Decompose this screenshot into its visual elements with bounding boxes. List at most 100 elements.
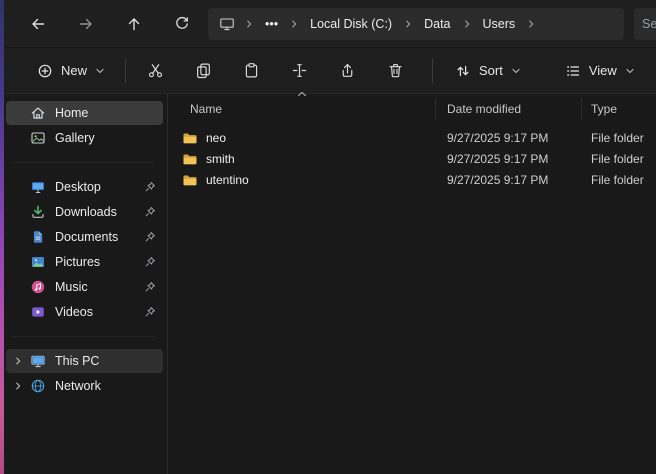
folder-icon — [182, 130, 198, 146]
column-header-label: Date modified — [447, 102, 521, 116]
column-header-date-modified[interactable]: Date modified — [436, 98, 582, 120]
refresh-icon — [174, 16, 190, 32]
documents-icon — [29, 229, 46, 246]
file-date-modified: 9/27/2025 9:17 PM — [436, 131, 582, 145]
delete-button[interactable] — [375, 54, 415, 88]
column-header-type[interactable]: Type — [582, 98, 656, 120]
copy-button[interactable] — [183, 54, 223, 88]
folder-icon — [182, 151, 198, 167]
command-toolbar: New Sort View — [0, 48, 656, 94]
sidebar-item-label: Home — [55, 106, 88, 120]
file-row-neo[interactable]: neo 9/27/2025 9:17 PM File folder — [168, 127, 656, 148]
share-icon — [339, 62, 356, 79]
sidebar-item-gallery[interactable]: Gallery — [6, 126, 163, 150]
sidebar-item-label: Network — [55, 379, 101, 393]
file-rows: neo 9/27/2025 9:17 PM File folder smith … — [168, 124, 656, 190]
view-button[interactable]: View — [554, 54, 646, 88]
downloads-icon — [29, 204, 46, 221]
sidebar-item-label: Pictures — [55, 255, 100, 269]
new-button-label: New — [61, 63, 87, 78]
refresh-button[interactable] — [166, 8, 198, 40]
file-type: File folder — [582, 152, 656, 166]
sidebar-item-label: Desktop — [55, 180, 101, 194]
pin-icon — [144, 256, 156, 268]
breadcrumb-chevron-icon[interactable] — [241, 12, 257, 36]
sidebar-item-music[interactable]: Music — [6, 275, 163, 299]
breadcrumb-data[interactable]: Data — [417, 12, 457, 36]
gallery-icon — [29, 130, 46, 147]
navigation-bar: ••• Local Disk (C:) Data Users Se — [0, 0, 656, 48]
breadcrumb-ellipsis[interactable]: ••• — [258, 12, 285, 36]
file-list-pane: Name Date modified Type — [167, 94, 656, 474]
rename-icon — [291, 62, 308, 79]
file-name: utentino — [206, 173, 249, 187]
more-options-button[interactable] — [646, 54, 656, 88]
sidebar-item-label: This PC — [55, 354, 99, 368]
chevron-down-icon — [625, 66, 635, 76]
column-headers: Name Date modified Type — [168, 94, 656, 124]
new-plus-icon — [37, 63, 53, 79]
music-icon — [29, 279, 46, 296]
sort-button[interactable]: Sort — [444, 54, 532, 88]
breadcrumb-drive[interactable]: Local Disk (C:) — [303, 12, 399, 36]
delete-icon — [387, 62, 404, 79]
address-bar[interactable]: ••• Local Disk (C:) Data Users — [208, 8, 624, 40]
sidebar-item-documents[interactable]: Documents — [6, 225, 163, 249]
breadcrumb-chevron-icon[interactable] — [459, 12, 475, 36]
up-button[interactable] — [118, 8, 150, 40]
sidebar-item-home[interactable]: Home — [6, 101, 163, 125]
sidebar-item-downloads[interactable]: Downloads — [6, 200, 163, 224]
breadcrumb-chevron-icon[interactable] — [400, 12, 416, 36]
network-icon — [29, 378, 46, 395]
file-date-modified: 9/27/2025 9:17 PM — [436, 152, 582, 166]
forward-arrow-icon — [78, 16, 94, 32]
up-arrow-icon — [126, 16, 142, 32]
sidebar-item-label: Documents — [55, 230, 118, 244]
desktop-icon — [29, 179, 46, 196]
pin-icon — [144, 281, 156, 293]
rename-button[interactable] — [279, 54, 319, 88]
sidebar-separator — [12, 336, 155, 337]
paste-button[interactable] — [231, 54, 271, 88]
pin-icon — [144, 181, 156, 193]
this-pc-icon — [29, 353, 46, 370]
forward-button[interactable] — [70, 8, 102, 40]
cut-button[interactable] — [135, 54, 175, 88]
sidebar-item-videos[interactable]: Videos — [6, 300, 163, 324]
new-button[interactable]: New — [26, 54, 116, 88]
sidebar-item-this-pc[interactable]: This PC — [6, 349, 163, 373]
sort-ascending-icon — [297, 91, 307, 97]
search-input[interactable]: Se — [634, 8, 656, 40]
file-type: File folder — [582, 173, 656, 187]
breadcrumb-chevron-icon[interactable] — [523, 12, 539, 36]
file-name: neo — [206, 131, 226, 145]
file-row-utentino[interactable]: utentino 9/27/2025 9:17 PM File folder — [168, 169, 656, 190]
column-header-label: Name — [190, 102, 222, 116]
search-placeholder-text: Se — [642, 17, 656, 31]
home-icon — [29, 105, 46, 122]
expand-chevron-icon[interactable] — [13, 381, 29, 391]
breadcrumb-users[interactable]: Users — [476, 12, 523, 36]
back-button[interactable] — [22, 8, 54, 40]
sidebar-item-network[interactable]: Network — [6, 374, 163, 398]
share-button[interactable] — [327, 54, 367, 88]
sidebar-item-label: Videos — [55, 305, 93, 319]
breadcrumb-chevron-icon[interactable] — [286, 12, 302, 36]
sidebar-separator — [12, 162, 155, 163]
pin-icon — [144, 206, 156, 218]
view-icon — [565, 63, 581, 79]
sidebar-item-desktop[interactable]: Desktop — [6, 175, 163, 199]
sort-icon — [455, 63, 471, 79]
toolbar-divider — [125, 59, 126, 83]
file-row-smith[interactable]: smith 9/27/2025 9:17 PM File folder — [168, 148, 656, 169]
column-header-name[interactable]: Name — [168, 98, 436, 120]
file-explorer-window: ••• Local Disk (C:) Data Users Se New — [0, 0, 656, 474]
sidebar-item-label: Gallery — [55, 131, 95, 145]
file-type: File folder — [582, 131, 656, 145]
navigation-pane: Home Gallery Desktop — [0, 94, 167, 474]
column-header-label: Type — [591, 102, 617, 116]
view-button-label: View — [589, 63, 617, 78]
sidebar-item-pictures[interactable]: Pictures — [6, 250, 163, 274]
sidebar-item-label: Downloads — [55, 205, 117, 219]
expand-chevron-icon[interactable] — [13, 356, 29, 366]
